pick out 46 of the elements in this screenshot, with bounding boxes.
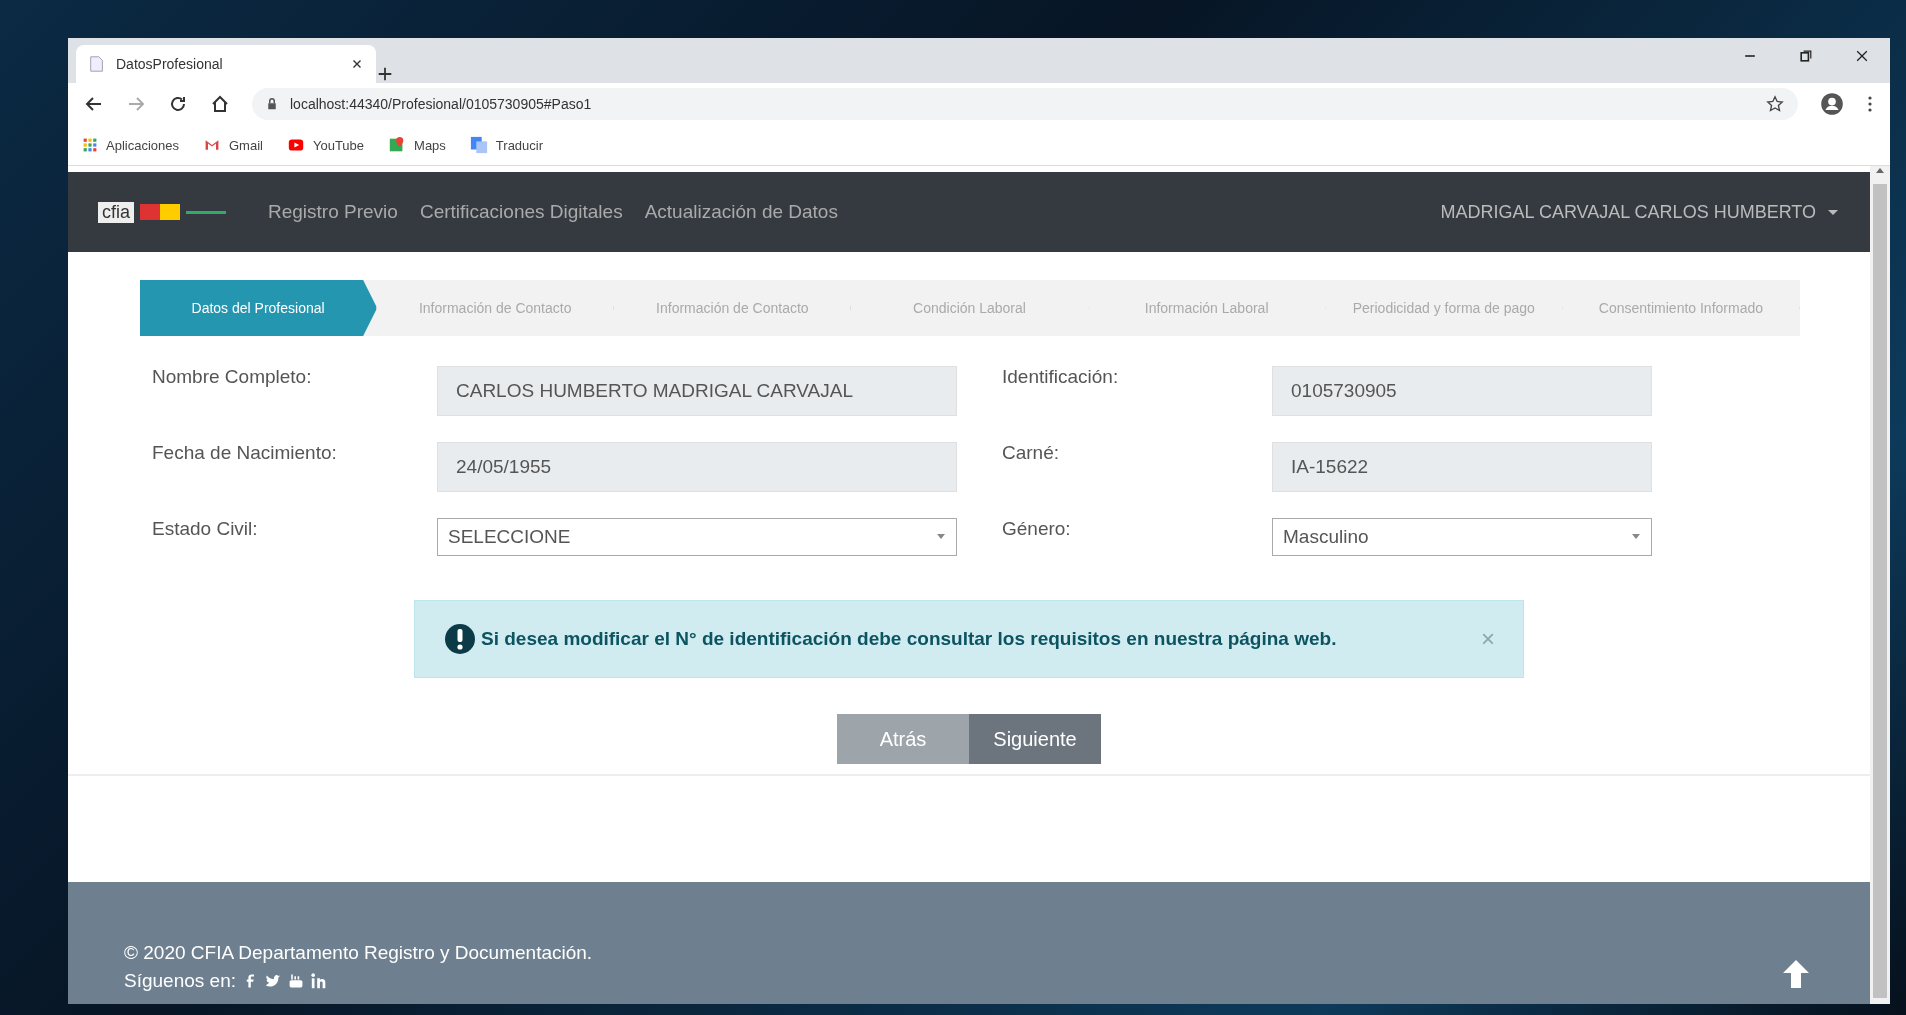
user-menu[interactable]: MADRIGAL CARVAJAL CARLOS HUMBERTO — [1440, 201, 1840, 223]
field-label: Estado Civil: — [152, 518, 259, 540]
star-icon[interactable] — [1766, 95, 1784, 113]
play-icon[interactable] — [286, 137, 305, 153]
field-label: Nombre Completo: — [152, 366, 313, 388]
scrollbar[interactable] — [1870, 166, 1890, 1004]
field-label: Fecha de Nacimiento: — [152, 442, 338, 464]
field-label: Identificación: — [1002, 366, 1120, 388]
page-icon[interactable] — [88, 54, 106, 74]
readonly-field[interactable]: 0105730905 — [1272, 366, 1652, 416]
account-icon[interactable] — [1820, 92, 1844, 116]
translate-icon[interactable] — [469, 136, 488, 154]
logo[interactable]: cfia — [98, 201, 226, 223]
lock-icon — [266, 96, 278, 112]
copyright-text: © 2020 CFIA Departamento Registro y Documentación. — [124, 942, 593, 964]
dropdown[interactable]: Masculino — [1272, 518, 1652, 556]
bookmark[interactable]: Traducir — [469, 136, 544, 154]
nav-link[interactable]: Registro Previo — [268, 201, 398, 223]
field-label: Género: — [1002, 518, 1072, 540]
readonly-field[interactable]: 24/05/1955 — [437, 442, 957, 492]
field-label: Carné: — [1002, 442, 1061, 464]
linkedin-icon[interactable] — [310, 972, 328, 990]
address-bar[interactable]: localhost:44340/Profesional/0105730905#Paso1 — [252, 88, 1798, 120]
readonly-field[interactable]: CARLOS HUMBERTO MADRIGAL CARVAJAL — [437, 366, 957, 416]
new-tab-icon[interactable] — [376, 65, 394, 83]
apps-grid-icon[interactable] — [82, 137, 98, 153]
more-icon[interactable] — [1866, 94, 1874, 114]
nav-link[interactable]: Certificaciones Digitales — [419, 201, 623, 223]
browser-tab[interactable]: DatosProfesional — [76, 45, 376, 83]
bookmark[interactable]: Gmail — [203, 137, 263, 153]
readonly-field[interactable]: IA-15622 — [1272, 442, 1652, 492]
caret-up-icon[interactable] — [1875, 166, 1885, 176]
home-icon[interactable] — [210, 94, 230, 114]
nav-link[interactable]: Actualización de Datos — [644, 201, 838, 223]
alert-text: Si desea modificar el N° de identificación debe consultar los requisitos en nuestra página web. — [481, 628, 1338, 650]
tab-title: DatosProfesional — [116, 56, 224, 72]
bookmark[interactable]: Aplicaciones — [82, 137, 179, 153]
follow-text: Síguenos en: — [124, 970, 236, 992]
reload-icon[interactable] — [168, 94, 188, 114]
exclamation-icon — [445, 624, 475, 654]
next-button[interactable]: Siguiente — [969, 714, 1101, 764]
bookmark[interactable]: YouTube — [286, 137, 365, 153]
wizard-step[interactable]: Datos del Profesional — [140, 280, 378, 336]
line-icon — [186, 210, 226, 214]
bookmark[interactable]: Maps — [388, 136, 446, 154]
dropdown[interactable]: SELECCIONE — [437, 518, 957, 556]
